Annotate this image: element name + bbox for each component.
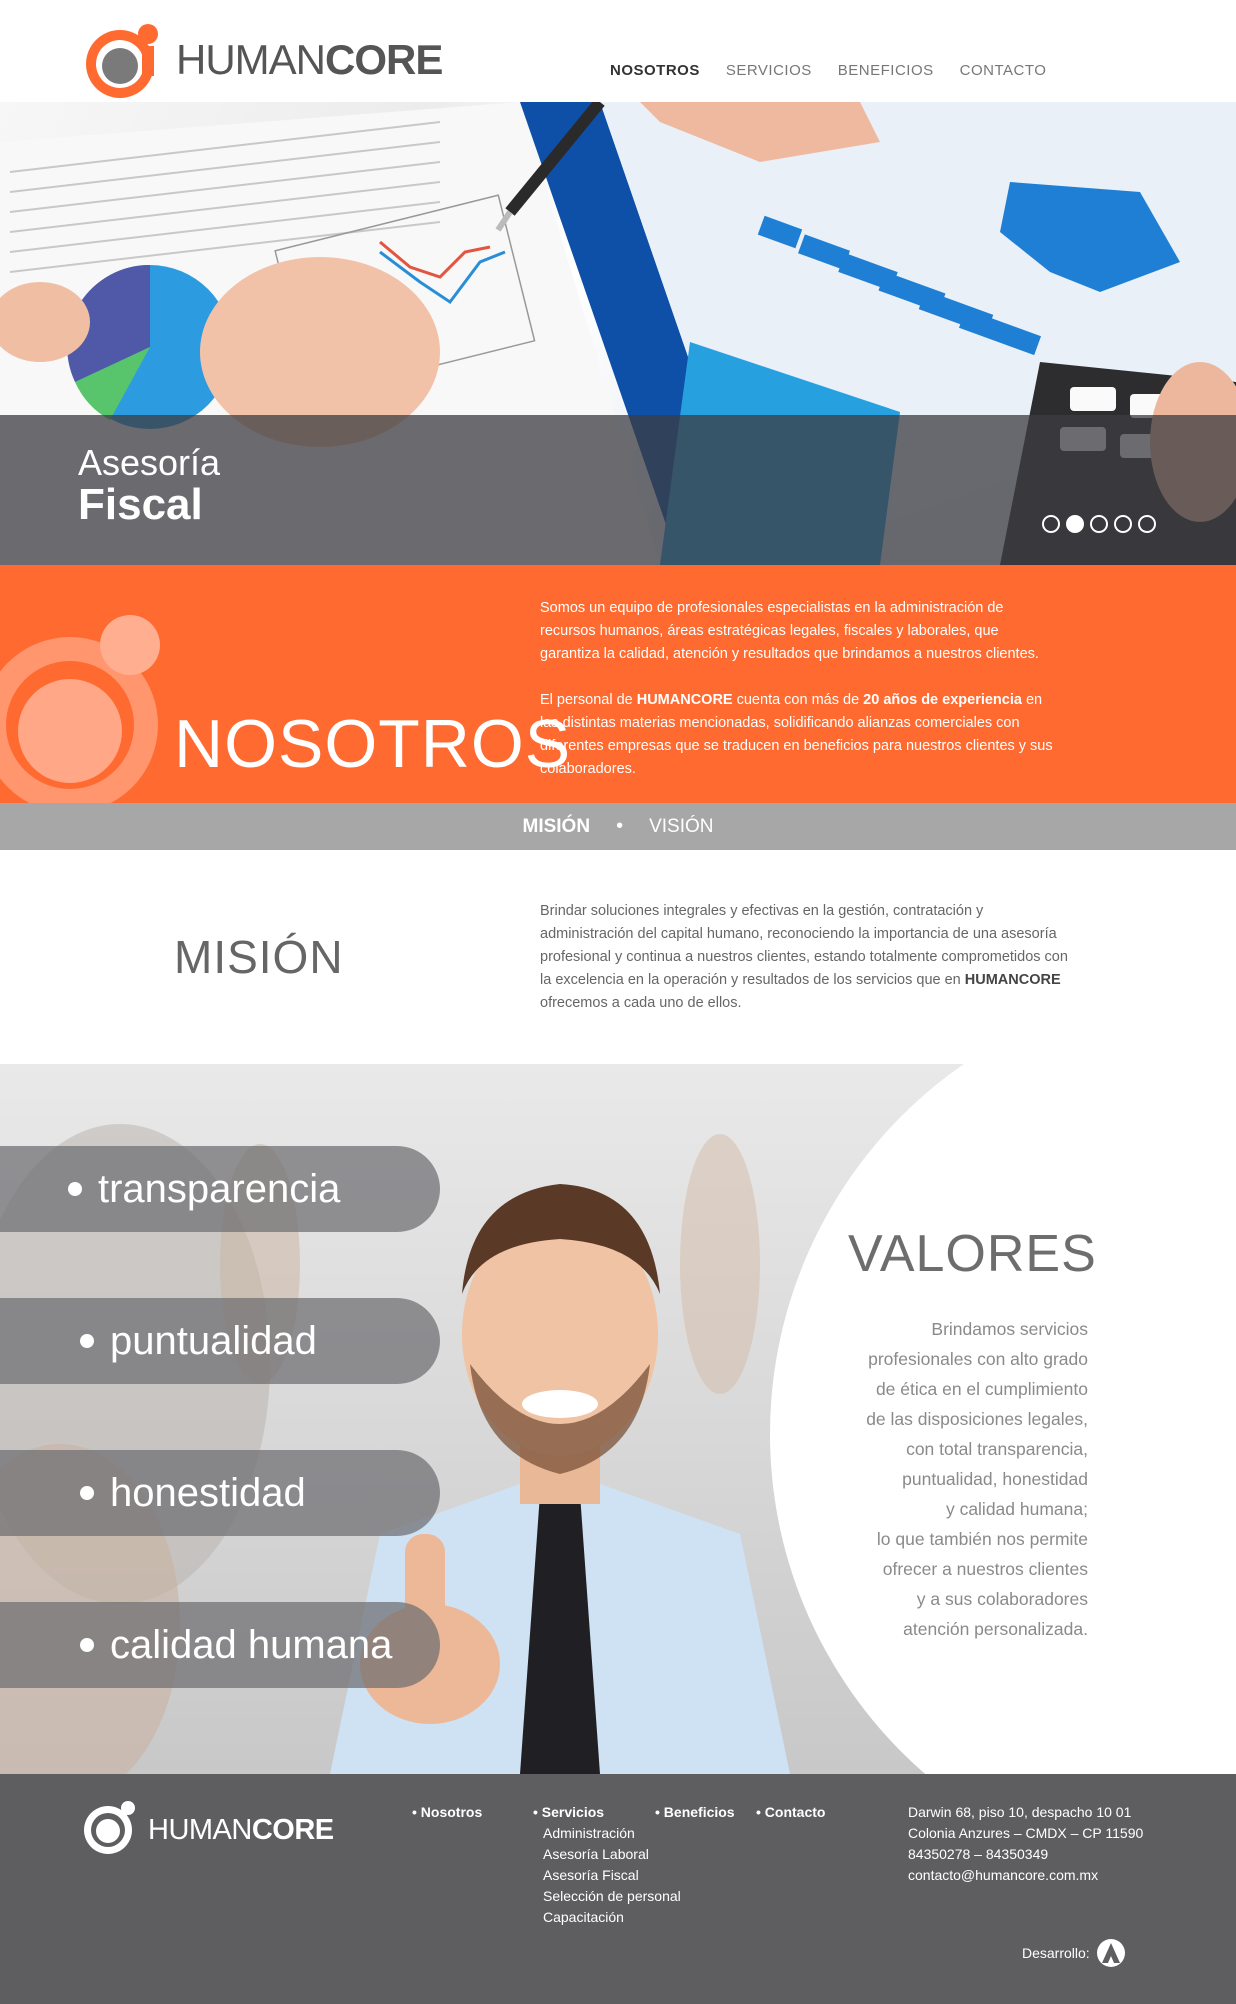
valores-line: y calidad humana;: [945, 1499, 1088, 1519]
footer-link-capacitacion[interactable]: Capacitación: [533, 1907, 681, 1928]
valores-line: Brindamos servicios: [931, 1319, 1088, 1339]
footer-address: Darwin 68, piso 10, despacho 10 01 Colon…: [908, 1802, 1143, 1886]
mision-title: MISIÓN: [174, 931, 344, 983]
address-line: Darwin 68, piso 10, despacho 10 01: [908, 1804, 1132, 1820]
footer-link-asesoria-fiscal[interactable]: Asesoría Fiscal: [533, 1865, 681, 1886]
nosotros-text: Somos un equipo de profesionales especia…: [540, 597, 1060, 781]
hero-title-line2: Fiscal: [78, 480, 203, 529]
bullet-icon: [68, 1182, 82, 1196]
value-pill-transparencia: transparencia: [0, 1146, 440, 1232]
nosotros-logo-mark: [0, 615, 160, 803]
nav-contacto[interactable]: CONTACTO: [960, 62, 1047, 79]
valores-line: puntualidad, honestidad: [902, 1469, 1088, 1489]
value-pill-calidad-humana: calidad humana: [0, 1602, 440, 1688]
footer-link-contacto[interactable]: • Contacto: [756, 1802, 825, 1823]
main-nav: NOSOTROS SERVICIOS BENEFICIOS CONTACTO: [610, 62, 1072, 79]
site-header: HUMANCORE NOSOTROS SERVICIOS BENEFICIOS …: [0, 0, 1236, 102]
valores-line: atención personalizada.: [903, 1619, 1088, 1639]
valores-line: profesionales con alto grado: [868, 1349, 1088, 1369]
address-line: Colonia Anzures – CMDX – CP 11590: [908, 1825, 1144, 1841]
valores-section: VALORES Brindamos servicios profesionale…: [0, 1064, 1236, 1774]
hero-title-line1: Asesoría: [78, 442, 221, 483]
bullet-icon: [80, 1334, 94, 1348]
valores-line: de las disposiciones legales,: [866, 1409, 1088, 1429]
nosotros-paragraph-2: El personal de HUMANCORE cuenta con más …: [540, 689, 1060, 781]
nosotros-paragraph-1: Somos un equipo de profesionales especia…: [540, 600, 1039, 662]
logo-text-light: HUMAN: [176, 36, 326, 83]
developer-label: Desarrollo:: [1022, 1945, 1090, 1961]
footer-col-nosotros: • Nosotros: [412, 1802, 482, 1823]
nav-beneficios[interactable]: BENEFICIOS: [838, 62, 934, 79]
nosotros-title: NOSOTROS: [174, 706, 572, 782]
value-label: puntualidad: [110, 1318, 317, 1363]
valores-line: lo que también nos permite: [876, 1529, 1088, 1549]
slider-dot-5[interactable]: [1138, 515, 1156, 533]
value-pill-puntualidad: puntualidad: [0, 1298, 440, 1384]
developer-logo-icon: [1096, 1939, 1125, 1967]
valores-line: ofrecer a nuestros clientes: [882, 1559, 1088, 1579]
bullet-icon: [80, 1486, 94, 1500]
humancore-logo-mark: [86, 24, 158, 98]
hero-slider: Asesoría Fiscal: [0, 102, 1236, 565]
slider-dot-1[interactable]: [1042, 515, 1060, 533]
footer-logo-mark: [84, 1801, 135, 1854]
footer-link-asesoria-laboral[interactable]: Asesoría Laboral: [533, 1844, 681, 1865]
humancore-logo[interactable]: HUMANCORE: [84, 22, 443, 100]
value-pill-honestidad: honestidad: [0, 1450, 440, 1536]
logo-text-bold: CORE: [325, 36, 443, 83]
footer-link-beneficios[interactable]: • Beneficios: [655, 1802, 735, 1823]
footer-link-administracion[interactable]: Administración: [533, 1823, 681, 1844]
footer-logo-text-bold: CORE: [251, 1814, 334, 1846]
mision-text: Brindar soluciones integrales y efectiva…: [540, 900, 1070, 1015]
footer-logo[interactable]: HUMANCORE: [82, 1800, 342, 1860]
slider-dot-4[interactable]: [1114, 515, 1132, 533]
site-footer: HUMANCORE • Nosotros • Servicios Adminis…: [0, 1774, 1236, 2004]
nosotros-p2-years: 20 años de experiencia: [863, 692, 1022, 708]
developer-credit[interactable]: Desarrollo:: [1022, 1938, 1126, 1968]
nav-servicios[interactable]: SERVICIOS: [726, 62, 812, 79]
nosotros-p2-a: El personal de: [540, 692, 637, 708]
footer-link-nosotros[interactable]: • Nosotros: [412, 1802, 482, 1823]
footer-logo-text-light: HUMAN: [148, 1814, 252, 1846]
valores-line: con total transparencia,: [906, 1439, 1088, 1459]
footer-col-contacto: • Contacto: [756, 1802, 825, 1823]
logo-wordmark: HUMANCORE: [176, 36, 443, 84]
tab-vision[interactable]: VISIÓN: [649, 816, 713, 838]
valores-line: y a sus colaboradores: [916, 1589, 1088, 1609]
bullet-icon: [80, 1638, 94, 1652]
nav-nosotros[interactable]: NOSOTROS: [610, 62, 700, 79]
slider-dot-3[interactable]: [1090, 515, 1108, 533]
mision-vision-tabs: MISIÓN • VISIÓN: [0, 803, 1236, 850]
nosotros-p2-b: cuenta con más de: [732, 692, 864, 708]
tab-separator: •: [616, 815, 624, 837]
mision-text-brand: HUMANCORE: [964, 972, 1061, 988]
footer-col-beneficios: • Beneficios: [655, 1802, 735, 1823]
value-label: transparencia: [98, 1166, 341, 1211]
footer-logo-wordmark: HUMANCORE: [148, 1814, 334, 1847]
footer-link-seleccion-personal[interactable]: Selección de personal: [533, 1886, 681, 1907]
value-label: calidad humana: [110, 1622, 393, 1667]
slider-dot-2[interactable]: [1066, 515, 1084, 533]
mision-text-b: ofrecemos a cada uno de ellos.: [540, 995, 742, 1011]
valores-text: Brindamos servicios profesionales con al…: [830, 1314, 1088, 1644]
valores-title: VALORES: [848, 1225, 1097, 1283]
slider-dots: [1042, 515, 1156, 533]
nosotros-section: NOSOTROS Somos un equipo de profesionale…: [0, 565, 1236, 803]
valores-line: de ética en el cumplimiento: [875, 1379, 1088, 1399]
nosotros-p2-brand: HUMANCORE: [636, 692, 733, 708]
phone-line: 84350278 – 84350349: [908, 1846, 1049, 1862]
mision-section: MISIÓN Brindar soluciones integrales y e…: [0, 850, 1236, 1064]
tab-mision[interactable]: MISIÓN: [523, 816, 591, 838]
email-link[interactable]: contacto@humancore.com.mx: [908, 1865, 1143, 1886]
value-label: honestidad: [110, 1470, 306, 1515]
